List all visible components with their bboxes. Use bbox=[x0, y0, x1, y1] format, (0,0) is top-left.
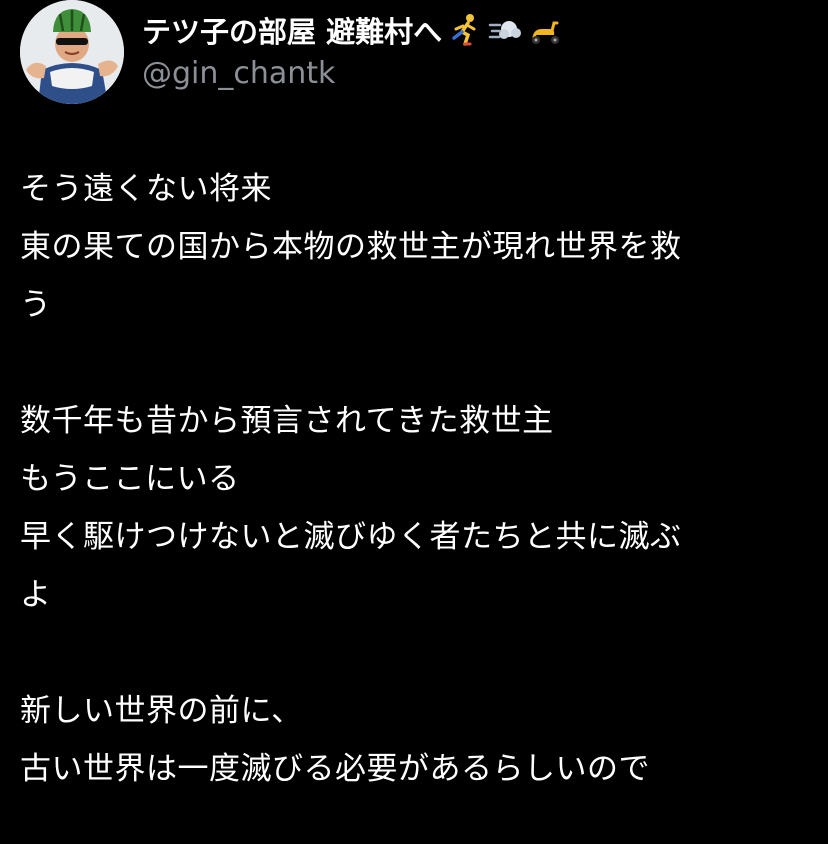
tweet-line: 数千年も昔から預言されてきた救世主 bbox=[20, 403, 554, 439]
tweet-line: う bbox=[20, 287, 52, 323]
display-name-row[interactable]: テツ子の部屋 避難村へ bbox=[142, 8, 562, 52]
tweet-line: もうここにいる bbox=[20, 461, 240, 497]
dash-icon bbox=[488, 13, 522, 47]
tweet-header: テツ子の部屋 避難村へ @gin_chantk bbox=[0, 0, 828, 110]
display-name[interactable]: テツ子の部屋 避難村へ bbox=[142, 9, 442, 51]
scooter-icon bbox=[528, 13, 562, 47]
tweet-line: そう遠くない将来 bbox=[20, 171, 272, 207]
tweet-line: 東の果ての国から本物の救世主が現れ世界を救 bbox=[20, 229, 682, 265]
tweet-line: 早く駆けつけないと滅びゆく者たちと共に滅ぶ bbox=[20, 519, 682, 555]
tweet-line: 新しい世界の前に、 bbox=[20, 693, 303, 729]
tweet-line: よ bbox=[20, 577, 52, 613]
tweet-line: 古い世界は一度滅びる必要があるらしいので bbox=[20, 751, 650, 787]
running-person-icon bbox=[448, 13, 482, 47]
tweet-text: そう遠くない将来 東の果ての国から本物の救世主が現れ世界を救 う 数千年も昔から… bbox=[20, 160, 810, 798]
user-handle[interactable]: @gin_chantk bbox=[142, 56, 335, 91]
avatar[interactable] bbox=[20, 0, 124, 104]
